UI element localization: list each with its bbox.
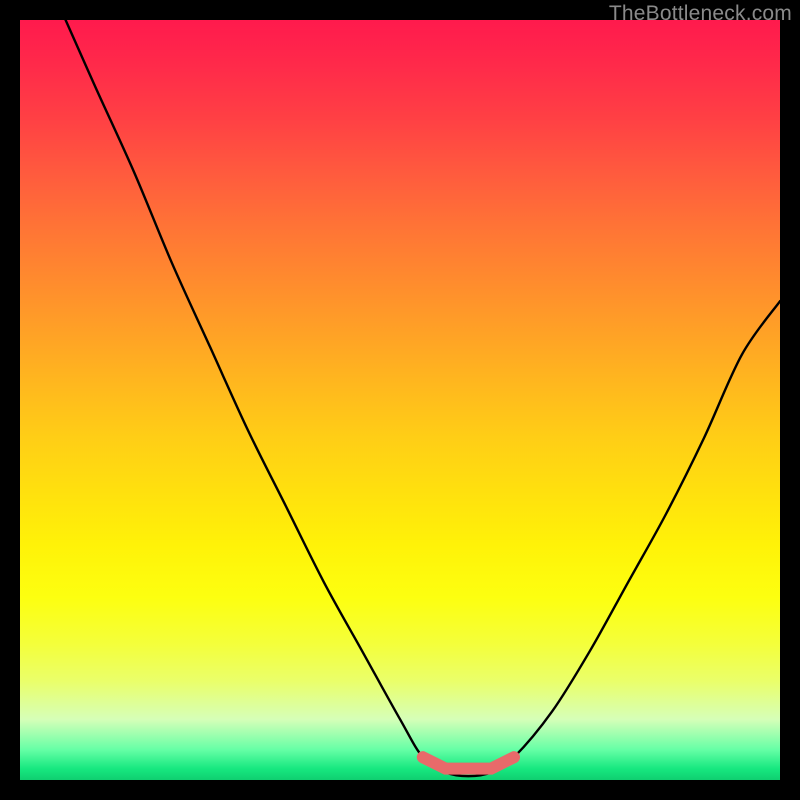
flat-region-highlight bbox=[423, 757, 514, 768]
watermark-text: TheBottleneck.com bbox=[609, 2, 792, 26]
chart-svg bbox=[20, 20, 780, 780]
plot-area bbox=[20, 20, 780, 780]
chart-frame: TheBottleneck.com bbox=[0, 0, 800, 800]
bottleneck-curve bbox=[66, 20, 780, 776]
